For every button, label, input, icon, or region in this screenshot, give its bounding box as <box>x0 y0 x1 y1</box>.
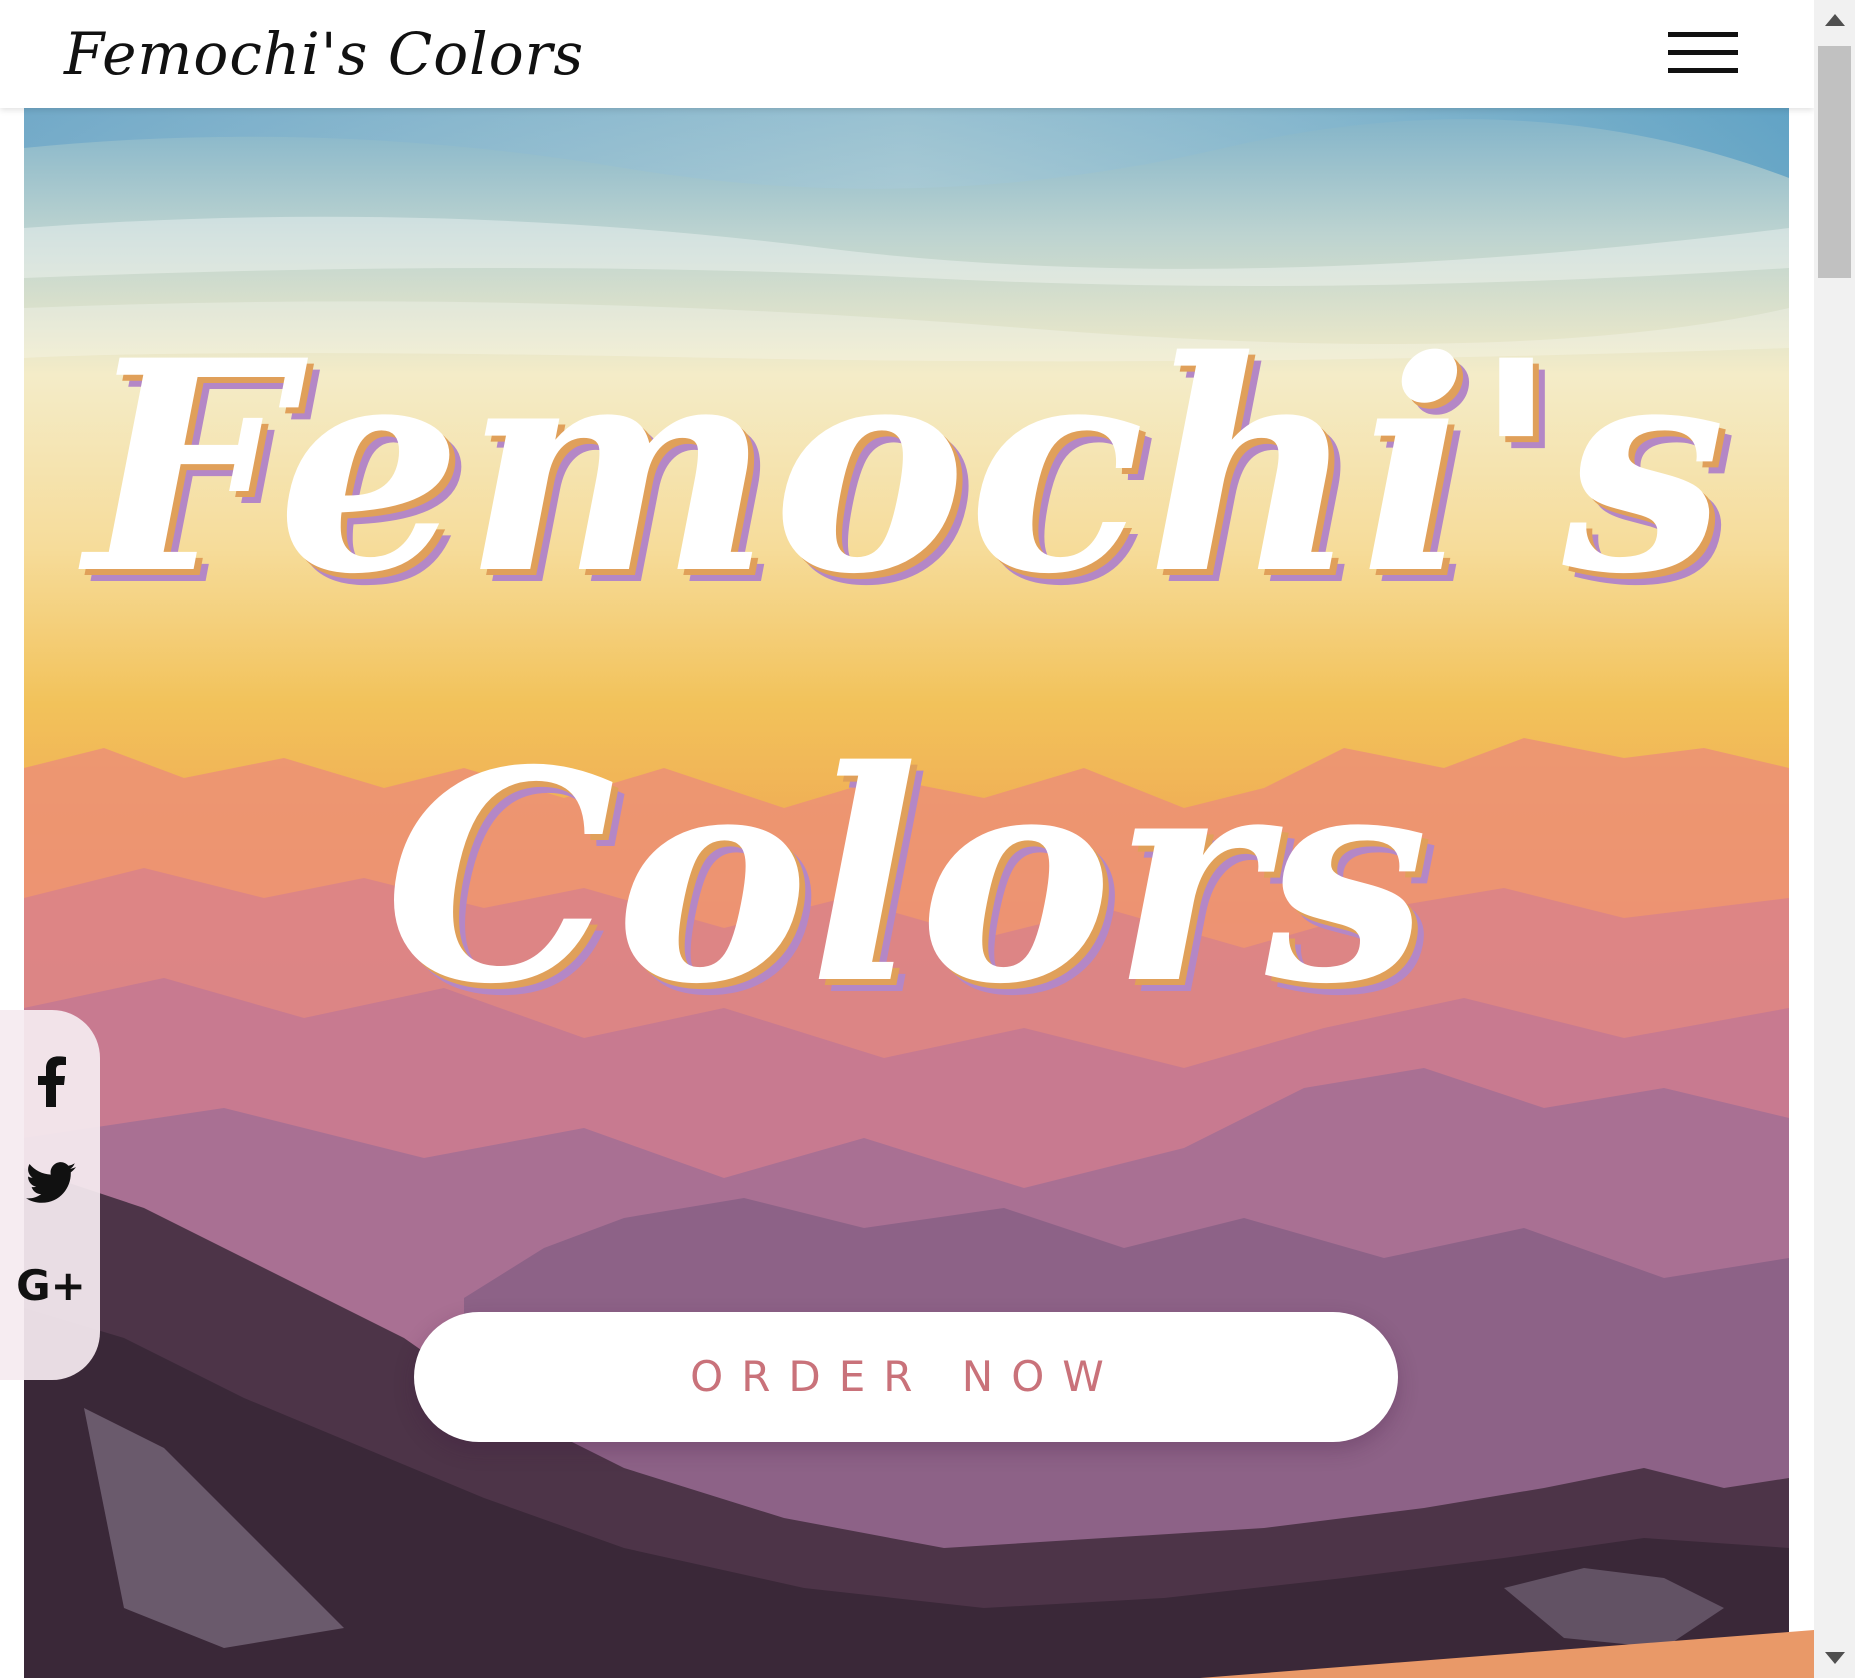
vertical-scrollbar[interactable] <box>1814 0 1855 1678</box>
scroll-up-arrow-icon[interactable] <box>1814 0 1855 40</box>
hamburger-bar <box>1668 68 1738 73</box>
brand-logo-text[interactable]: Femochi's Colors <box>64 14 584 94</box>
twitter-icon-glyph <box>26 1162 76 1203</box>
hamburger-menu-icon[interactable] <box>1668 32 1738 74</box>
top-navbar: Femochi's Colors <box>0 0 1814 108</box>
facebook-icon-glyph <box>38 1056 66 1107</box>
hamburger-bar <box>1668 32 1738 37</box>
google-plus-icon[interactable]: G+ <box>16 1250 86 1320</box>
triangle-down-icon <box>1824 1652 1845 1664</box>
facebook-icon[interactable] <box>16 1046 86 1116</box>
twitter-icon[interactable] <box>16 1148 86 1218</box>
triangle-up-icon <box>1824 14 1845 26</box>
bottom-accent-stripe <box>1200 1630 1814 1678</box>
scrollbar-thumb[interactable] <box>1818 46 1851 278</box>
hamburger-bar <box>1668 50 1738 55</box>
google-plus-glyph: G+ <box>16 1260 86 1310</box>
page: Femochi's Colors Femochi's Colors ORDER … <box>0 0 1855 1678</box>
scroll-down-arrow-icon[interactable] <box>1814 1638 1855 1678</box>
social-sidebar: G+ <box>0 1010 100 1380</box>
